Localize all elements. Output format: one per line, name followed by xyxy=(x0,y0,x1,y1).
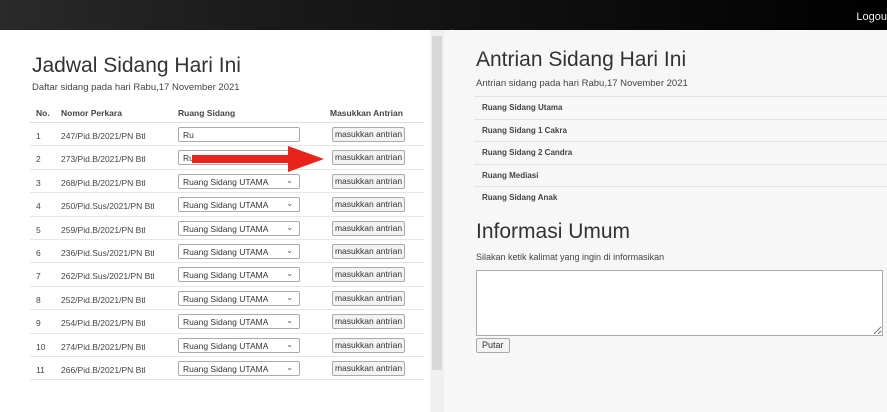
row-number: 5 xyxy=(36,224,41,235)
nomor-perkara: 259/Pid.B/2021/PN Btl xyxy=(61,224,146,235)
chevron-down-icon: ⌄ xyxy=(286,222,293,232)
nomor-perkara: 252/Pid.B/2021/PN Btl xyxy=(61,294,146,305)
table-row: 4 250/Pid.Sus/2021/PN Btl Ruang Sidang UTA… xyxy=(30,193,424,217)
info-textarea[interactable] xyxy=(476,270,883,336)
masukkan-antrian-button[interactable]: masukkan antrian xyxy=(332,220,405,236)
table-row: 7 262/Pid.Sus/2021/PN Btl Ruang Sidang UTA… xyxy=(30,263,424,287)
chevron-down-icon: ⌄ xyxy=(286,339,293,349)
queue-title: Antrian Sidang Hari Ini xyxy=(476,48,687,71)
ruang-sidang-select[interactable]: Ruang Sidang UTAMA ⌄ xyxy=(178,290,300,306)
table-row: 11 266/Pid.B/2021/PN Btl Ruang Sidang UTAM… xyxy=(30,357,424,381)
putar-button[interactable]: Putar xyxy=(476,338,510,353)
ruang-sidang-select[interactable]: Ruang Sidang UTAMA ⌄ xyxy=(178,314,300,330)
table-row: 9 254/Pid.B/2021/PN Btl Ruang Sidang UTAMA… xyxy=(30,310,424,334)
room-list: Ruang Sidang Utama Ruang Sidang 1 Cakra Ru… xyxy=(474,96,887,209)
row-number: 10 xyxy=(36,341,46,352)
ruang-sidang-value: Ruang Sidang UTAMA xyxy=(183,246,269,257)
ruang-sidang-select[interactable]: Ruang Sidang UTAMA ⌄ xyxy=(178,197,300,213)
schedule-subtitle: Daftar sidang pada hari Rabu,17 November… xyxy=(32,82,240,93)
masukkan-antrian-button[interactable]: masukkan antrian xyxy=(332,150,405,166)
header-ruang-sidang: Ruang Sidang xyxy=(178,108,236,118)
chevron-down-icon: ⌄ xyxy=(286,175,293,185)
ruang-sidang-value: Ruang Sidang UTAMA xyxy=(183,200,269,211)
red-arrow-annotation xyxy=(192,146,324,172)
logout-link[interactable]: Logou xyxy=(856,11,887,23)
chevron-down-icon: ⌄ xyxy=(286,362,293,372)
top-navbar: ︿ Logou xyxy=(0,0,887,34)
ruang-sidang-select[interactable]: Ru xyxy=(178,127,300,142)
chevron-down-icon: ⌄ xyxy=(286,199,293,209)
masukkan-antrian-button[interactable]: masukkan antrian xyxy=(332,243,405,259)
row-number: 7 xyxy=(36,271,41,282)
schedule-title: Jadwal Sidang Hari Ini xyxy=(32,54,241,77)
ruang-sidang-value: Ruang Sidang UTAMA xyxy=(183,176,269,187)
ruang-sidang-select[interactable]: Ruang Sidang UTAMA ⌄ xyxy=(178,173,300,189)
ruang-sidang-value: Ru xyxy=(183,130,194,140)
masukkan-antrian-button[interactable]: masukkan antrian xyxy=(332,314,405,330)
nomor-perkara: 254/Pid.B/2021/PN Btl xyxy=(61,318,146,329)
nomor-perkara: 266/Pid.B/2021/PN Btl xyxy=(61,364,146,375)
chevron-down-icon: ⌄ xyxy=(286,269,293,279)
ruang-sidang-value: Ruang Sidang UTAMA xyxy=(183,270,269,281)
masukkan-antrian-button[interactable]: masukkan antrian xyxy=(332,337,405,353)
row-number: 9 xyxy=(36,318,41,329)
ruang-sidang-value: Ruang Sidang UTAMA xyxy=(183,223,269,234)
row-number: 3 xyxy=(36,177,41,188)
header-masukkan-antrian: Masukkan Antrian xyxy=(330,108,403,118)
queue-subtitle: Antrian sidang pada hari Rabu,17 Novembe… xyxy=(476,78,688,89)
scrollbar-thumb[interactable] xyxy=(432,36,442,370)
ruang-sidang-value: Ruang Sidang UTAMA xyxy=(183,317,269,328)
ruang-sidang-select[interactable]: Ruang Sidang UTAMA ⌄ xyxy=(178,267,300,283)
nomor-perkara: 273/Pid.B/2021/PN Btl xyxy=(61,154,146,165)
table-header: No. Nomor Perkara Ruang Sidang Masukkan … xyxy=(30,103,424,123)
masukkan-antrian-button[interactable]: masukkan antrian xyxy=(332,360,405,376)
nomor-perkara: 250/Pid.Sus/2021/PN Btl xyxy=(61,201,155,212)
header-nomor-perkara: Nomor Perkara xyxy=(61,108,122,118)
info-subtitle: Silakan ketik kalimat yang ingin di info… xyxy=(476,252,665,262)
header-no: No. xyxy=(36,108,50,118)
room-item: Ruang Sidang Utama xyxy=(474,96,887,119)
row-number: 11 xyxy=(36,364,45,375)
row-number: 6 xyxy=(36,247,41,258)
ruang-sidang-select[interactable]: Ruang Sidang UTAMA ⌄ xyxy=(178,337,300,353)
row-number: 2 xyxy=(36,154,41,165)
ruang-sidang-value: Ruang Sidang UTAMA xyxy=(183,293,269,304)
info-title: Informasi Umum xyxy=(476,220,631,243)
ruang-sidang-value: Ruang Sidang UTAMA xyxy=(183,340,269,351)
nomor-perkara: 236/Pid.Sus/2021/PN Btl xyxy=(61,247,155,258)
masukkan-antrian-button[interactable]: masukkan antrian xyxy=(332,173,405,189)
nomor-perkara: 247/Pid.B/2021/PN Btl xyxy=(61,131,146,141)
nomor-perkara: 262/Pid.Sus/2021/PN Btl xyxy=(61,271,155,282)
table-row: 8 252/Pid.B/2021/PN Btl Ruang Sidang UTAMA… xyxy=(30,287,424,311)
table-row: 10 274/Pid.B/2021/PN Btl Ruang Sidang UTAM… xyxy=(30,334,424,357)
masukkan-antrian-button[interactable]: masukkan antrian xyxy=(332,127,405,142)
nomor-perkara: 274/Pid.B/2021/PN Btl xyxy=(61,341,146,352)
row-number: 1 xyxy=(36,131,41,141)
room-item: Ruang Mediasi xyxy=(474,163,887,187)
masukkan-antrian-button[interactable]: masukkan antrian xyxy=(332,197,405,213)
schedule-table: No. Nomor Perkara Ruang Sidang Masukkan … xyxy=(30,103,424,381)
ruang-sidang-select[interactable]: Ruang Sidang UTAMA ⌄ xyxy=(178,243,300,259)
row-number: 8 xyxy=(36,294,41,305)
table-row: 3 268/Pid.B/2021/PN Btl Ruang Sidang UTAMA… xyxy=(30,170,424,194)
queue-panel: Antrian Sidang Hari Ini Antrian sidang p… xyxy=(444,30,887,412)
masukkan-antrian-button[interactable]: masukkan antrian xyxy=(332,290,405,306)
room-item: Ruang Sidang Anak xyxy=(474,186,887,209)
table-row: 6 236/Pid.Sus/2021/PN Btl Ruang Sidang UTA… xyxy=(30,240,424,264)
nomor-perkara: 268/Pid.B/2021/PN Btl xyxy=(61,177,146,188)
ruang-sidang-value: Ruang Sidang UTAMA xyxy=(183,363,269,374)
chevron-down-icon: ⌄ xyxy=(286,292,293,302)
schedule-panel: Jadwal Sidang Hari Ini Daftar sidang pad… xyxy=(24,30,424,412)
ruang-sidang-select[interactable]: Ruang Sidang UTAMA ⌄ xyxy=(178,360,300,376)
room-item: Ruang Sidang 2 Candra xyxy=(474,141,887,164)
table-row: 1 247/Pid.B/2021/PN Btl Ru masukkan antrian xyxy=(30,123,424,147)
panel-scrollbar[interactable] xyxy=(430,30,444,412)
row-number: 4 xyxy=(36,201,41,212)
room-item: Ruang Sidang 1 Cakra xyxy=(474,118,887,142)
table-row: 5 259/Pid.B/2021/PN Btl Ruang Sidang UTAMA… xyxy=(30,217,424,240)
chevron-down-icon: ⌄ xyxy=(286,316,293,326)
chevron-down-icon: ⌄ xyxy=(286,245,293,255)
ruang-sidang-select[interactable]: Ruang Sidang UTAMA ⌄ xyxy=(178,220,300,236)
masukkan-antrian-button[interactable]: masukkan antrian xyxy=(332,267,405,283)
